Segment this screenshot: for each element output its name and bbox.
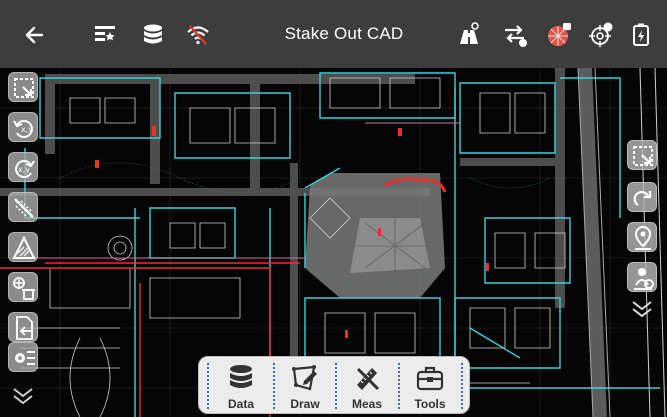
app-title: Stake Out CAD [284,24,404,43]
toolbar-divider [461,363,463,409]
crosshair-diff-icon[interactable] [588,22,614,48]
location-pin-icon[interactable] [627,222,657,252]
meas-button[interactable]: Meas [337,357,397,415]
binoculars-icon[interactable] [456,22,482,48]
toolbox-icon [416,366,444,391]
database-icon [230,365,252,388]
bottom-toolbar: Data Draw Meas Tools [198,356,470,414]
toolbar-divider [207,363,209,409]
rotate-ccw-icon[interactable]: x,y [8,112,38,142]
meas-label: Meas [351,397,383,411]
top-app-bar: Stake Out CAD [0,0,667,68]
hatch-icon[interactable] [8,232,38,262]
tools-button[interactable]: Tools [400,357,460,415]
expand-left-chevron-icon[interactable] [8,385,38,407]
hide-lines-icon[interactable] [8,192,38,222]
settings-list-icon[interactable] [8,342,38,372]
back-arrow-icon[interactable] [22,22,48,48]
draw-button[interactable]: Draw [275,357,335,415]
swap-icon[interactable] [502,22,528,48]
rotate-cw-icon[interactable]: x,y [8,152,38,182]
draw-polygon-icon [292,365,317,391]
battery-icon[interactable] [628,22,654,48]
tools-label: Tools [414,397,446,411]
zoom-window-icon[interactable] [8,72,38,102]
svg-text:x,y: x,y [18,165,30,174]
zoom-extents-icon[interactable] [627,140,657,170]
expand-right-chevron-icon[interactable] [627,298,657,320]
measure-tools-icon [356,367,380,391]
point-delete-icon[interactable] [8,272,38,302]
wifi-off-icon[interactable] [185,22,211,48]
data-button[interactable]: Data [211,357,271,415]
svg-text:x,y: x,y [21,125,33,134]
data-label: Data [227,397,254,411]
pie-lock-icon[interactable] [546,22,572,48]
database-icon[interactable] [140,22,166,48]
undo-curve-icon[interactable] [627,182,657,212]
user-pin-icon[interactable] [627,262,657,292]
draw-label: Draw [290,397,320,411]
file-import-icon[interactable] [8,312,38,342]
layer-list-icon[interactable] [92,22,118,48]
